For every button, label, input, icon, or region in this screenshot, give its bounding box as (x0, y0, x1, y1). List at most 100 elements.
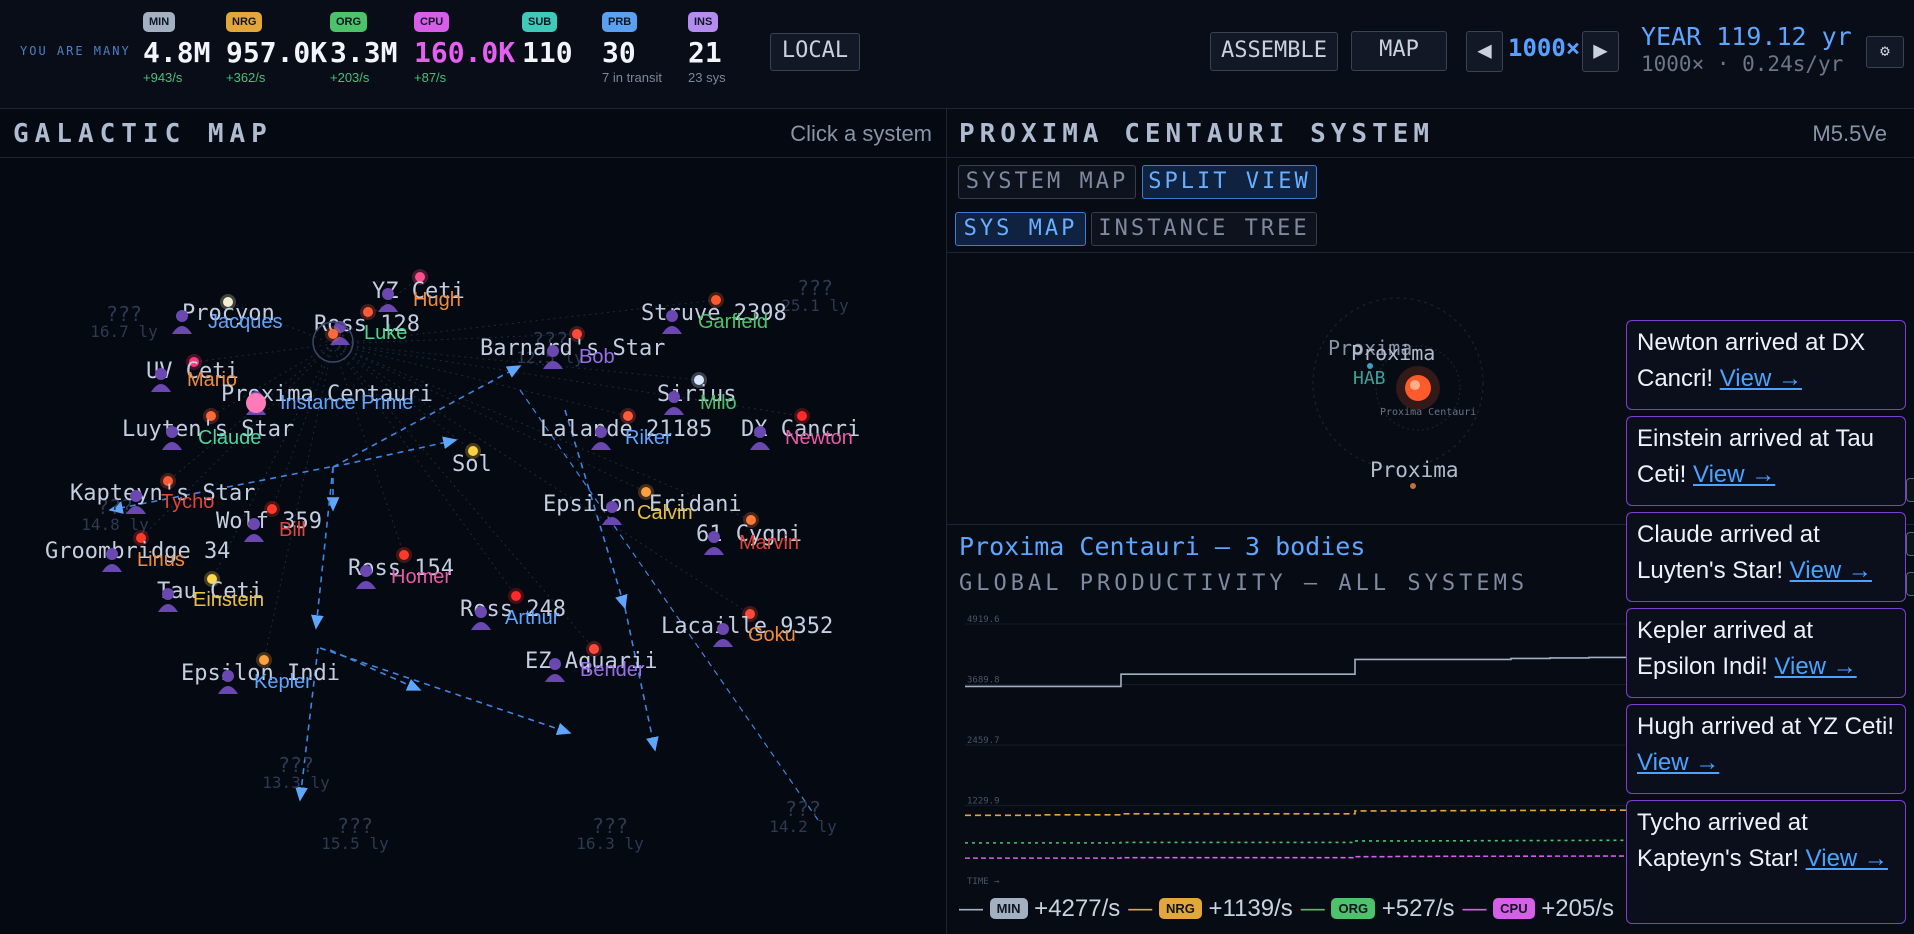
view-link[interactable]: View → (1790, 557, 1872, 584)
view-link[interactable]: View → (1693, 461, 1775, 488)
side-tab[interactable] (1906, 478, 1914, 502)
resource-ins: INS 21 23 sys (688, 10, 726, 85)
y-tick-label: 4919.6 (967, 615, 1000, 625)
side-tab[interactable] (1906, 532, 1914, 556)
probe-label: Tycho (161, 491, 214, 513)
planet-icon[interactable] (1410, 483, 1416, 489)
system-node[interactable]: Ross 248Arthur (460, 588, 566, 630)
legend-swatch: — (959, 895, 990, 922)
probe-label: Bill (279, 519, 306, 541)
tab-split-view[interactable]: SPLIT VIEW (1142, 165, 1317, 199)
resource-nrg: NRG 957.0K +362/s (226, 10, 327, 85)
probe-label: Homer (391, 566, 451, 588)
notification-toast[interactable]: Einstein arrived at Tau Ceti! View → (1626, 416, 1906, 506)
probe-label: Newton (785, 427, 853, 449)
view-link[interactable]: View → (1637, 749, 1719, 776)
probe-label: Instance Prime (280, 392, 413, 414)
assemble-button[interactable]: ASSEMBLE (1210, 32, 1338, 71)
system-node[interactable]: Ross 154Homer (348, 547, 454, 589)
subtab-sys-map[interactable]: SYS MAP (955, 212, 1086, 246)
system-node[interactable]: Epsilon EridaniCalvin (543, 484, 742, 525)
legend-item-min: — MIN +4277/s (959, 895, 1120, 923)
legend-swatch: — (1300, 895, 1332, 922)
view-link[interactable]: View → (1720, 365, 1802, 392)
system-node[interactable]: Tau CetiEinstein (157, 571, 264, 612)
legend-item-org: — ORG +527/s (1301, 895, 1455, 923)
resource-rate: +203/s (330, 70, 370, 85)
prev-icon: ◀ (1477, 36, 1492, 64)
unknown-distance: 15.5 ly (321, 834, 389, 853)
probe-label: Claude (198, 427, 261, 449)
unknown-system[interactable]: ???16.7 ly (90, 302, 158, 341)
speed-down-button[interactable]: ◀ (1466, 31, 1503, 72)
notification-toast[interactable]: Hugh arrived at YZ Ceti! View → (1626, 704, 1906, 794)
map-button[interactable]: MAP (1351, 31, 1447, 71)
probe-label: Jacques (208, 311, 283, 333)
galactic-map-hint: Click a system (790, 121, 932, 146)
settings-button[interactable]: ⚙ (1866, 36, 1904, 68)
notification-toast[interactable]: Newton arrived at DX Cancri! View → (1626, 320, 1906, 410)
probe-label: Bender (580, 659, 645, 681)
system-node[interactable]: SiriusMilo (657, 372, 737, 415)
system-label: Barnard's Star (480, 336, 665, 361)
side-tab[interactable] (1906, 572, 1914, 596)
body-label: HAB (1353, 368, 1386, 389)
system-node[interactable]: Struve 2398Garfield (641, 292, 787, 334)
speed-up-button[interactable]: ▶ (1582, 31, 1619, 72)
notification-text: Tycho arrived at Kapteyn's Star! (1637, 809, 1808, 872)
system-node[interactable]: Epsilon IndiKepler (181, 652, 340, 694)
gear-icon: ⚙ (1880, 41, 1890, 60)
subtab-instance-tree[interactable]: INSTANCE TREE (1091, 212, 1317, 246)
system-node[interactable]: Luyten's StarClaude (122, 408, 294, 450)
view-link[interactable]: View → (1806, 845, 1888, 872)
probe-label: Garfield (698, 311, 768, 333)
system-node[interactable]: YZ CetiHugh (372, 269, 465, 312)
system-node[interactable]: DX CancriNewton (741, 408, 860, 450)
probe-label: Marvin (739, 532, 799, 554)
notification-toast[interactable]: Kepler arrived at Epsilon Indi! View → (1626, 608, 1906, 698)
resource-badge: SUB (522, 12, 558, 32)
legend-badge: ORG (1331, 898, 1376, 919)
unknown-system[interactable]: ???13.3 ly (262, 753, 330, 792)
resource-badge: INS (688, 12, 719, 32)
resource-rate: +943/s (143, 70, 183, 85)
probe-label: Einstein (193, 589, 264, 611)
system-node[interactable]: ProcyonJacques (172, 294, 283, 334)
system-node[interactable]: Wolf 359Bill (216, 501, 322, 542)
system-node[interactable]: Sol (452, 443, 492, 477)
local-button[interactable]: LOCAL (770, 33, 860, 71)
x-axis-label: TIME → (967, 877, 1000, 887)
probe-label: Riker (625, 427, 672, 449)
y-tick-label: 2459.7 (967, 736, 1000, 746)
body-label: Proxima (1370, 458, 1459, 482)
unknown-system[interactable]: ???14.2 ly (769, 797, 837, 836)
unknown-system[interactable]: ???16.3 ly (576, 814, 644, 853)
legend-rate: +527/s (1375, 895, 1455, 922)
resource-value: 21 (688, 36, 722, 69)
top-bar: YOU ARE MANY MIN 4.8M +943/s NRG 957.0K +362/… (0, 0, 1914, 109)
system-node[interactable]: 61 CygniMarvin (696, 512, 802, 555)
galactic-map[interactable]: ???16.7 ly???25.1 ly???12.5 ly???14.8 ly… (0, 157, 946, 934)
notification-toast[interactable]: Claude arrived at Luyten's Star! View → (1626, 512, 1906, 602)
y-tick-label: 3689.8 (967, 675, 1000, 685)
system-title: PROXIMA CENTAURI SYSTEM (959, 119, 1435, 149)
probe-label: Calvin (637, 502, 693, 524)
notification-text: Hugh arrived at YZ Ceti! (1637, 713, 1895, 740)
resource-badge: CPU (414, 12, 450, 32)
system-node[interactable]: EZ AquariiBender (525, 641, 657, 682)
unknown-system[interactable]: ???25.1 ly (781, 276, 849, 315)
notification-toast[interactable]: Tycho arrived at Kapteyn's Star! View → (1626, 800, 1906, 924)
star-icon (328, 329, 338, 339)
resource-badge: NRG (226, 12, 263, 32)
resource-badge: MIN (143, 12, 176, 32)
unknown-system[interactable]: ???15.5 ly (321, 814, 389, 853)
body-label: Proxima Centauri (1380, 407, 1476, 418)
view-link[interactable]: View → (1774, 653, 1856, 680)
legend-rate: +4277/s (1027, 895, 1121, 922)
system-node[interactable]: Groombridge 34Linus (45, 530, 230, 572)
system-node[interactable]: Lacaille 9352Goku (661, 606, 833, 647)
galactic-map-title: GALACTIC MAP (13, 119, 273, 149)
tab-system-map[interactable]: SYSTEM MAP (958, 165, 1136, 199)
legend-badge: CPU (1493, 898, 1535, 919)
system-label: Sol (452, 452, 492, 477)
